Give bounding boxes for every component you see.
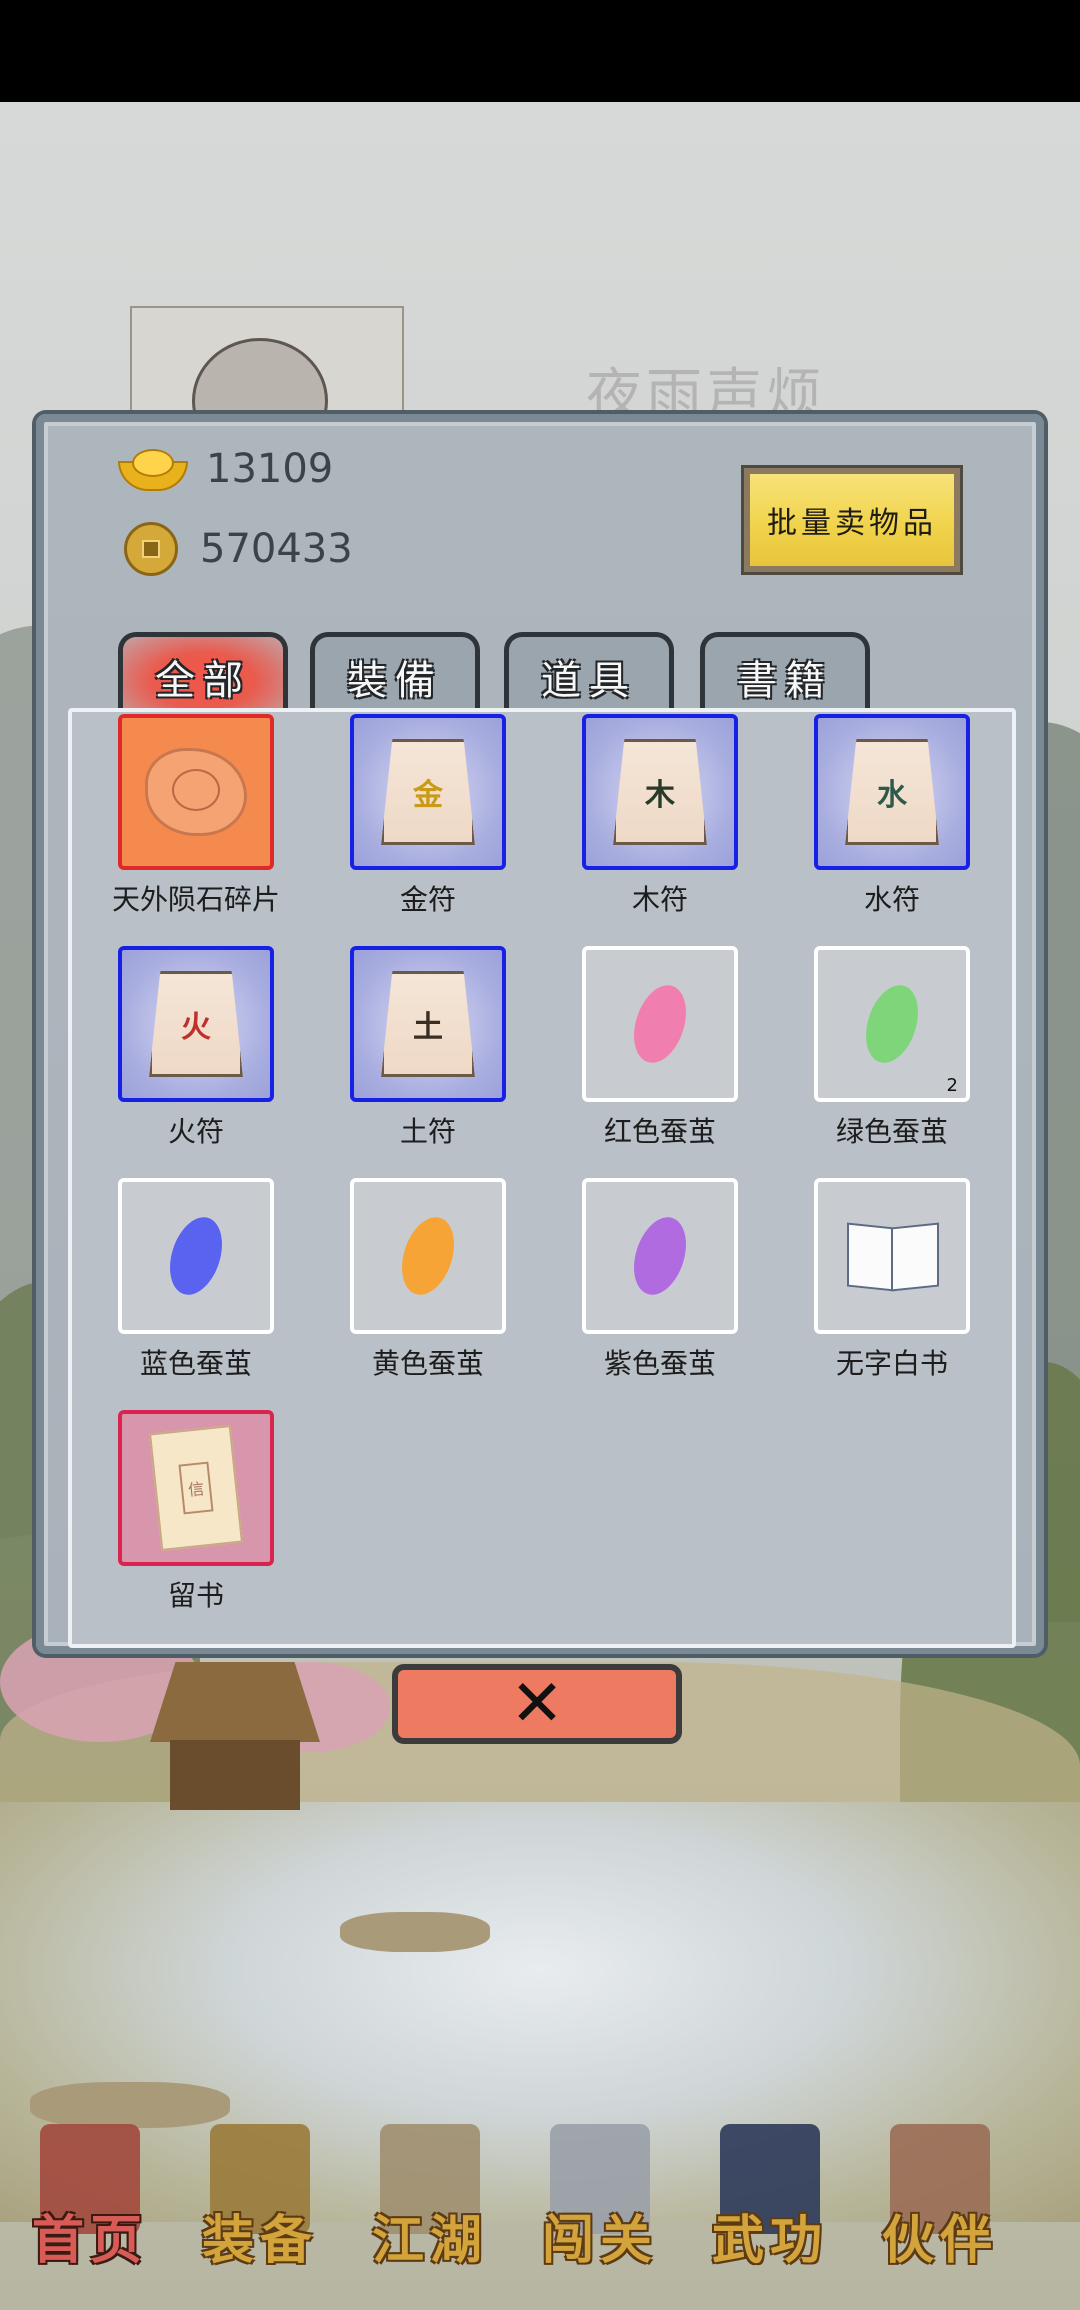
cocoon-icon <box>624 1210 696 1302</box>
item-slot[interactable]: 木 <box>582 714 738 870</box>
gold-ingot-icon <box>118 447 188 491</box>
item-slot[interactable]: 火 <box>118 946 274 1102</box>
close-button[interactable]: ✕ <box>392 1664 682 1744</box>
item-slot[interactable] <box>118 714 274 870</box>
inventory-item[interactable]: 红色蚕茧 <box>560 946 760 1150</box>
nav-label: 首页 <box>31 2210 148 2271</box>
tab-books[interactable]: 書籍 <box>700 632 870 716</box>
inventory-item[interactable]: 土土符 <box>328 946 528 1150</box>
nav-item[interactable]: 闯关 <box>520 2124 680 2294</box>
item-name: 木符 <box>631 883 688 916</box>
nav-item[interactable]: 江湖 <box>350 2124 510 2294</box>
item-name: 金符 <box>399 883 456 916</box>
copper-coin-icon <box>124 522 178 576</box>
inventory-item[interactable]: 无字白书 <box>792 1178 992 1382</box>
item-name: 土符 <box>399 1115 456 1148</box>
inventory-item[interactable]: 火火符 <box>96 946 296 1150</box>
item-slot[interactable]: 信 <box>118 1410 274 1566</box>
item-name: 紫色蚕茧 <box>603 1347 716 1380</box>
inventory-item[interactable]: 水水符 <box>792 714 992 918</box>
cocoon-icon <box>392 1210 464 1302</box>
coin-amount: 570433 <box>200 526 353 572</box>
item-name: 水符 <box>863 883 920 916</box>
cocoon-icon <box>160 1210 232 1302</box>
cocoon-icon <box>856 978 928 1070</box>
nav-item[interactable]: 首页 <box>10 2124 170 2294</box>
inventory-item[interactable]: 紫色蚕茧 <box>560 1178 760 1382</box>
inventory-item[interactable]: 信留书 <box>96 1410 296 1614</box>
nav-label: 江湖 <box>371 2210 488 2271</box>
tab-equipment[interactable]: 裝備 <box>310 632 480 716</box>
avatar[interactable] <box>130 306 404 464</box>
talisman-glyph: 土 <box>413 1010 443 1045</box>
item-name: 红色蚕茧 <box>603 1115 716 1148</box>
book-icon <box>847 1222 939 1292</box>
talisman-glyph: 火 <box>181 1010 211 1045</box>
close-icon: ✕ <box>510 1667 564 1741</box>
item-name: 留书 <box>167 1579 224 1612</box>
letter-glyph: 信 <box>178 1461 214 1515</box>
item-slot[interactable] <box>350 1178 506 1334</box>
talisman-icon: 木 <box>613 739 707 845</box>
nav-item[interactable]: 伙伴 <box>860 2124 1020 2294</box>
inventory-item[interactable]: 2 绿色蚕茧 <box>792 946 992 1150</box>
inventory-item[interactable]: 木木符 <box>560 714 760 918</box>
gold-display: 13109 <box>118 446 333 492</box>
status-bar <box>0 0 1080 102</box>
item-grid: 天外陨石碎片金金符木木符水水符火火符土土符 红色蚕茧 2 绿色蚕茧 蓝色蚕茧 黄色蚕茧 紫色… <box>68 708 1016 1648</box>
nav-label: 武功 <box>711 2210 828 2271</box>
talisman-icon: 火 <box>149 971 243 1077</box>
meteor-fragment-icon <box>145 748 247 836</box>
item-slot[interactable] <box>582 1178 738 1334</box>
rock <box>340 1912 490 1952</box>
inventory-dialog: 13109 570433 批量卖物品 全部 裝備 道具 書籍 天外陨石碎片 金金符… <box>36 414 1044 1654</box>
coin-display: 570433 <box>118 522 353 576</box>
cocoon-icon <box>624 978 696 1070</box>
item-name: 蓝色蚕茧 <box>139 1347 252 1380</box>
talisman-glyph: 水 <box>877 778 907 813</box>
letter-icon: 信 <box>149 1425 243 1551</box>
item-name: 火符 <box>167 1115 224 1148</box>
talisman-glyph: 木 <box>645 778 675 813</box>
bottom-nav: 首页 装备 江湖 闯关 武功 伙伴 <box>0 2094 1080 2310</box>
gold-amount: 13109 <box>206 446 334 492</box>
item-slot[interactable] <box>582 946 738 1102</box>
item-name: 绿色蚕茧 <box>835 1115 948 1148</box>
talisman-icon: 金 <box>381 739 475 845</box>
inventory-item[interactable]: 金金符 <box>328 714 528 918</box>
nav-label: 伙伴 <box>881 2210 998 2271</box>
item-count: 2 <box>946 1075 958 1096</box>
nav-item[interactable]: 装备 <box>180 2124 340 2294</box>
item-slot[interactable]: 土 <box>350 946 506 1102</box>
item-name: 天外陨石碎片 <box>111 883 280 916</box>
inventory-item[interactable]: 黄色蚕茧 <box>328 1178 528 1382</box>
inventory-item[interactable]: 天外陨石碎片 <box>96 714 296 918</box>
item-slot[interactable] <box>118 1178 274 1334</box>
item-slot[interactable] <box>814 1178 970 1334</box>
nav-label: 闯关 <box>541 2210 658 2271</box>
talisman-glyph: 金 <box>413 778 443 813</box>
talisman-icon: 土 <box>381 971 475 1077</box>
inventory-item[interactable]: 蓝色蚕茧 <box>96 1178 296 1382</box>
tab-items[interactable]: 道具 <box>504 632 674 716</box>
batch-sell-button[interactable]: 批量卖物品 <box>741 465 963 575</box>
nav-item[interactable]: 武功 <box>690 2124 850 2294</box>
nav-label: 装备 <box>201 2210 318 2271</box>
item-slot[interactable]: 2 <box>814 946 970 1102</box>
talisman-icon: 水 <box>845 739 939 845</box>
item-slot[interactable]: 水 <box>814 714 970 870</box>
item-name: 无字白书 <box>835 1347 948 1380</box>
item-slot[interactable]: 金 <box>350 714 506 870</box>
item-name: 黄色蚕茧 <box>371 1347 484 1380</box>
hut <box>150 1662 320 1812</box>
tab-all[interactable]: 全部 <box>118 632 288 716</box>
